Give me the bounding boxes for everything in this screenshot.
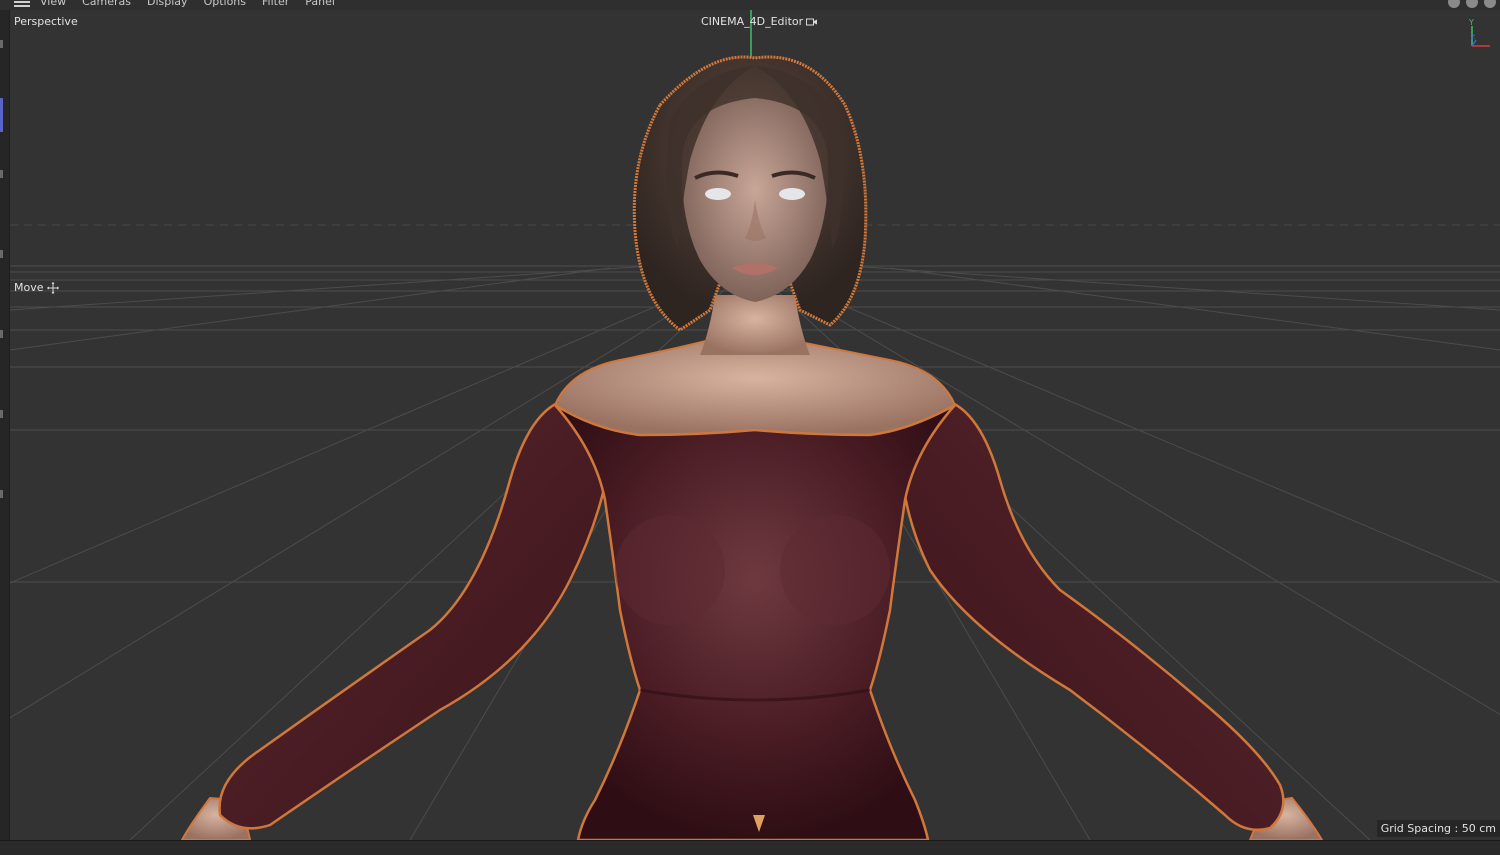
rotate-view-icon[interactable]: [1484, 0, 1496, 8]
camera-name-label[interactable]: CINEMA_4D_Editor: [701, 15, 818, 28]
camera-name-text: CINEMA_4D_Editor: [701, 15, 804, 28]
menu-display[interactable]: Display: [147, 0, 188, 8]
move-cross-icon: [46, 282, 59, 294]
viewport-nav-icons: [1448, 0, 1496, 8]
left-tool-strip: [0, 10, 10, 844]
axis-gizmo-icon: Y Z: [1468, 18, 1490, 47]
tool-tick[interactable]: [0, 40, 3, 48]
viewport-menubar: View Cameras Display Options Filter Pane…: [0, 0, 1500, 10]
menu-panel[interactable]: Panel: [305, 0, 335, 8]
axis-z-label: Z: [1471, 34, 1475, 41]
tool-tick[interactable]: [0, 250, 3, 258]
grid-spacing-label: Grid Spacing : 50 cm: [1376, 820, 1500, 837]
camera-icon: [806, 18, 818, 26]
bottom-status-bar: [0, 840, 1500, 855]
viewport-menu-list: View Cameras Display Options Filter Pane…: [40, 0, 335, 8]
active-tool-label: Move: [14, 281, 59, 294]
axis-y-label: Y: [1468, 18, 1474, 27]
perspective-viewport[interactable]: Perspective CINEMA_4D_Editor Move Y Z Gr…: [10, 10, 1500, 840]
active-tool-indicator[interactable]: [0, 98, 3, 132]
tool-tick[interactable]: [0, 170, 3, 178]
menu-view[interactable]: View: [40, 0, 66, 8]
tool-tick[interactable]: [0, 410, 3, 418]
move-view-icon[interactable]: [1448, 0, 1460, 8]
zoom-view-icon[interactable]: [1466, 0, 1478, 8]
viewport-scene: [10, 10, 1500, 840]
menu-cameras[interactable]: Cameras: [82, 0, 131, 8]
menu-options[interactable]: Options: [204, 0, 246, 8]
character-model[interactable]: [180, 55, 1324, 840]
tool-tick[interactable]: [0, 330, 3, 338]
menu-filter[interactable]: Filter: [262, 0, 289, 8]
view-name-label[interactable]: Perspective: [14, 15, 78, 28]
tool-tick[interactable]: [0, 490, 3, 498]
active-tool-text: Move: [14, 281, 44, 294]
hamburger-icon[interactable]: [14, 1, 30, 7]
